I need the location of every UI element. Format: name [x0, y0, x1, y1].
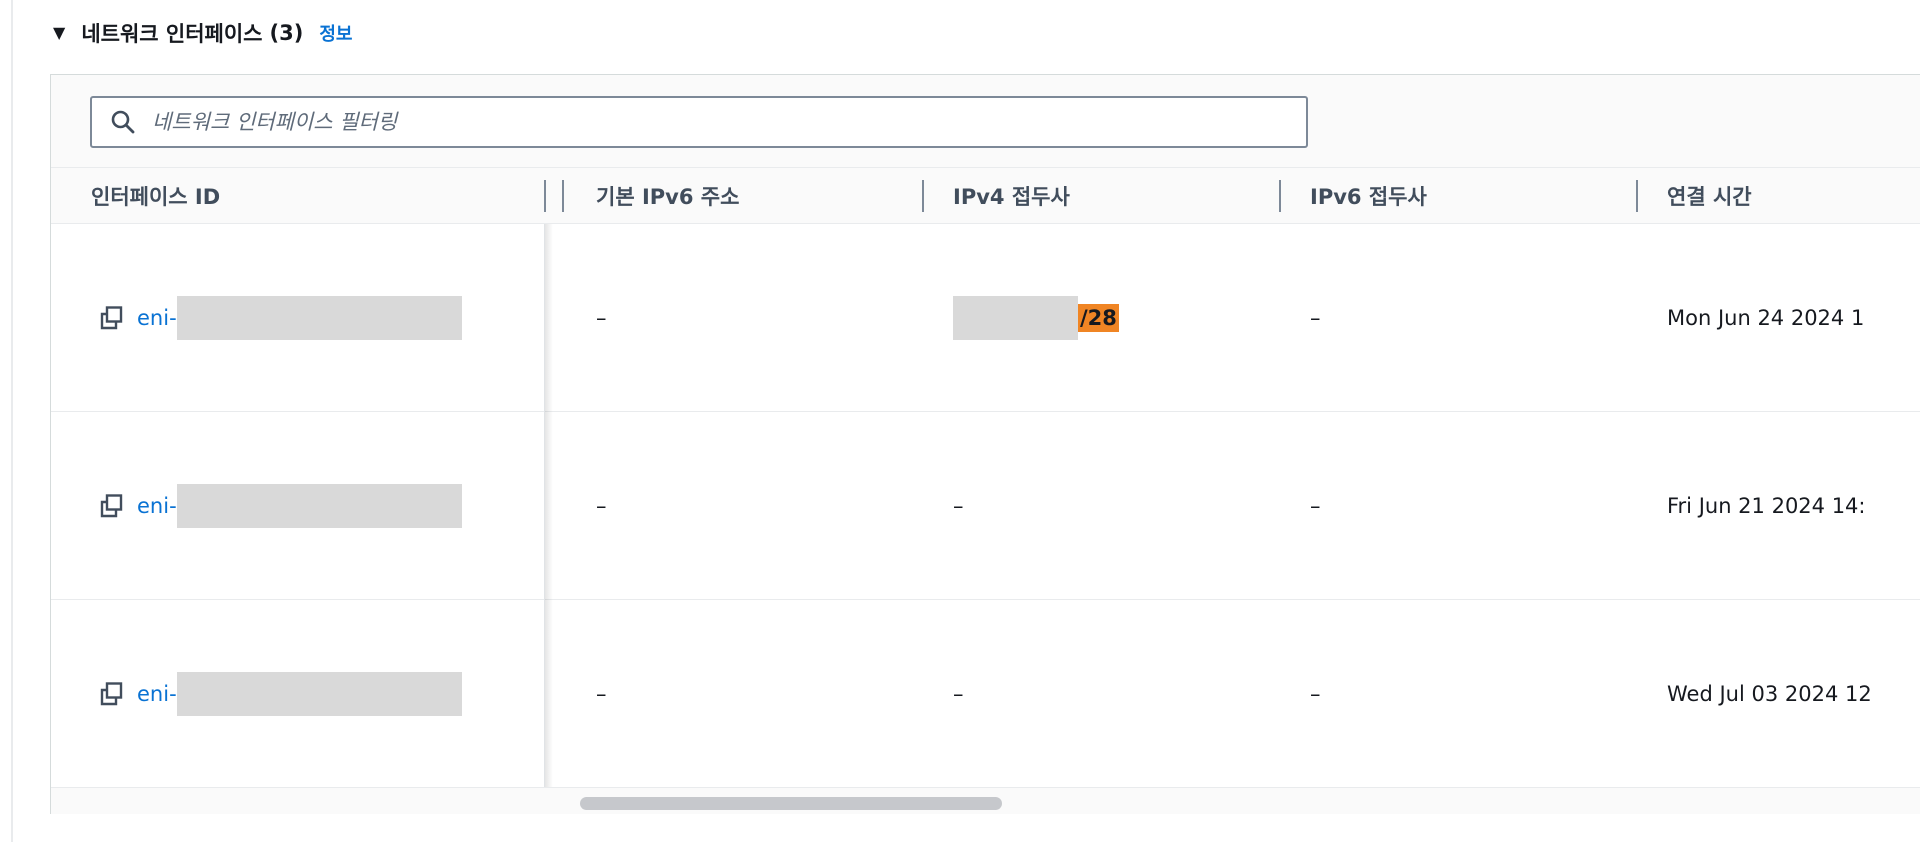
- cidr-suffix-highlight: /28: [1078, 304, 1119, 332]
- scrollbar-thumb[interactable]: [580, 797, 1002, 810]
- section-header[interactable]: ▼ 네트워크 인터페이스 (3) 정보: [53, 18, 352, 48]
- copy-icon[interactable]: [99, 305, 125, 331]
- redacted-block: [176, 484, 462, 528]
- ipv6-prefix-cell: –: [1310, 306, 1321, 330]
- ipv4-prefix-cell: –: [953, 494, 964, 518]
- interface-id-link[interactable]: eni-: [137, 306, 177, 330]
- page-left-border: [11, 0, 13, 842]
- ipv6-prefix-cell: –: [1310, 682, 1321, 706]
- column-resizer[interactable]: [1636, 180, 1638, 212]
- horizontal-scrollbar[interactable]: [51, 787, 1920, 814]
- redacted-block: [176, 296, 462, 340]
- network-interfaces-panel: 인터페이스 ID 기본 IPv6 주소 IPv4 접두사 IPv6 접두사 연결…: [50, 74, 1920, 814]
- col-header-attach-time[interactable]: 연결 시간: [1667, 168, 1752, 223]
- section-count: (3): [269, 21, 304, 45]
- section-title: 네트워크 인터페이스: [81, 22, 263, 46]
- attach-time-cell: Mon Jun 24 2024 1: [1667, 306, 1865, 330]
- copy-icon[interactable]: [99, 681, 125, 707]
- column-resizer[interactable]: [544, 180, 546, 212]
- col-header-ipv4-prefix[interactable]: IPv4 접두사: [953, 168, 1070, 223]
- interface-id-cell: eni-: [99, 224, 462, 412]
- interface-id-link[interactable]: eni-: [137, 494, 177, 518]
- column-resizer[interactable]: [1279, 180, 1281, 212]
- column-resizer[interactable]: [922, 180, 924, 212]
- attach-time-cell: Fri Jun 21 2024 14:: [1667, 494, 1866, 518]
- interface-id-link[interactable]: eni-: [137, 682, 177, 706]
- ipv4-prefix-cell: /28: [953, 224, 1119, 412]
- caret-down-icon[interactable]: ▼: [53, 25, 65, 41]
- filter-box[interactable]: [90, 96, 1308, 148]
- table-header-row: 인터페이스 ID 기본 IPv6 주소 IPv4 접두사 IPv6 접두사 연결…: [51, 167, 1920, 224]
- redacted-block: [953, 296, 1078, 340]
- copy-icon[interactable]: [99, 493, 125, 519]
- redacted-block: [176, 672, 462, 716]
- interfaces-table: 인터페이스 ID 기본 IPv6 주소 IPv4 접두사 IPv6 접두사 연결…: [51, 167, 1920, 788]
- ipv6-address-cell: –: [596, 682, 607, 706]
- search-icon: [111, 110, 135, 134]
- ipv6-prefix-cell: –: [1310, 494, 1321, 518]
- attach-time-cell: Wed Jul 03 2024 12: [1667, 682, 1872, 706]
- col-header-interface-id[interactable]: 인터페이스 ID: [91, 168, 220, 223]
- table-row[interactable]: eni- – /28 – Mon Jun 24 2024 1: [51, 224, 1920, 412]
- ipv4-prefix-cell: –: [953, 682, 964, 706]
- table-row[interactable]: eni- – – – Fri Jun 21 2024 14:: [51, 412, 1920, 600]
- column-resizer[interactable]: [562, 180, 564, 212]
- ipv6-address-cell: –: [596, 306, 607, 330]
- ipv6-address-cell: –: [596, 494, 607, 518]
- info-link[interactable]: 정보: [319, 20, 352, 46]
- filter-input[interactable]: [150, 99, 1306, 145]
- col-header-ipv6-prefix[interactable]: IPv6 접두사: [1310, 168, 1427, 223]
- table-row[interactable]: eni- – – – Wed Jul 03 2024 12: [51, 600, 1920, 788]
- interface-id-cell: eni-: [99, 412, 462, 600]
- col-header-ipv6-address[interactable]: 기본 IPv6 주소: [596, 168, 739, 223]
- sticky-column-border: [544, 224, 545, 787]
- interface-id-cell: eni-: [99, 600, 462, 788]
